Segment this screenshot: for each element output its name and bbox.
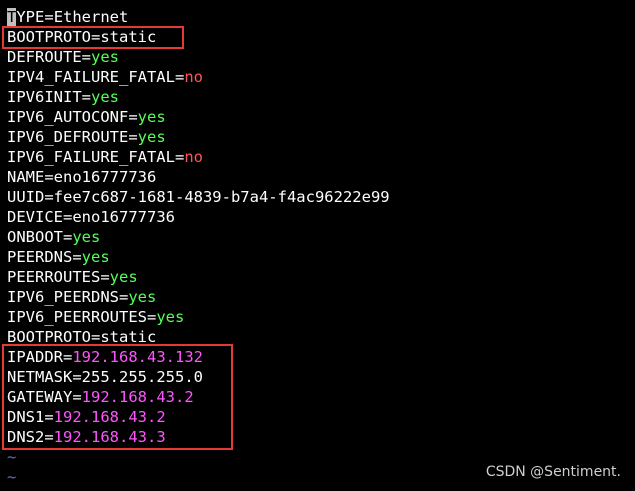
config-key: NAME bbox=[7, 168, 45, 186]
config-value: static bbox=[100, 28, 157, 46]
config-separator: = bbox=[100, 268, 110, 286]
config-line-onboot[interactable]: ONBOOT=yes bbox=[7, 227, 627, 247]
config-separator: = bbox=[81, 48, 91, 66]
editor-text-area[interactable]: TYPE=Ethernet BOOTPROTO=static DEFROUTE=ye… bbox=[7, 7, 627, 487]
watermark: CSDN @Sentiment. bbox=[485, 464, 621, 480]
config-key: IPV6_PEERDNS bbox=[7, 288, 119, 306]
config-line-dns1[interactable]: DNS1=192.168.43.2 bbox=[7, 407, 627, 427]
config-key: BOOTPROTO bbox=[7, 28, 91, 46]
config-value: yes bbox=[72, 228, 101, 246]
config-line-ipv6-defroute[interactable]: IPV6_DEFROUTE=yes bbox=[7, 127, 627, 147]
config-line-type[interactable]: TYPE=Ethernet bbox=[7, 7, 627, 27]
config-key: TYPE bbox=[7, 8, 45, 26]
config-line-bootproto[interactable]: BOOTPROTO=static bbox=[7, 327, 627, 347]
config-value: fee7c687-1681-4839-b7a4-f4ac96222e99 bbox=[53, 188, 390, 206]
config-line-ipv6-peerdns[interactable]: IPV6_PEERDNS=yes bbox=[7, 287, 627, 307]
config-separator: = bbox=[174, 68, 185, 86]
config-key: IPV6_PEERROUTES bbox=[7, 308, 147, 326]
config-line-ipaddr[interactable]: IPADDR=192.168.43.132 bbox=[7, 347, 627, 367]
config-separator: = bbox=[63, 228, 73, 246]
config-value: no bbox=[184, 148, 203, 166]
config-line-ipv6init[interactable]: IPV6INIT=yes bbox=[7, 87, 627, 107]
config-value: yes bbox=[137, 128, 166, 146]
config-line-netmask[interactable]: NETMASK=255.255.255.0 bbox=[7, 367, 627, 387]
config-key: DEVICE bbox=[7, 208, 63, 226]
config-key: IPV6_DEFROUTE bbox=[7, 128, 129, 146]
config-value: 192.168.43.2 bbox=[81, 388, 194, 406]
config-key: IPV6_AUTOCONF bbox=[7, 108, 129, 126]
config-separator: = bbox=[72, 388, 82, 406]
config-key: DNS2 bbox=[7, 428, 45, 446]
config-separator: = bbox=[72, 248, 82, 266]
config-value: yes bbox=[81, 248, 110, 266]
config-line-peerroutes[interactable]: PEERROUTES=yes bbox=[7, 267, 627, 287]
config-key: PEERROUTES bbox=[7, 268, 101, 286]
config-separator: = bbox=[128, 128, 138, 146]
config-key: ONBOOT bbox=[7, 228, 63, 246]
config-value: 192.168.43.3 bbox=[53, 428, 166, 446]
config-key: IPV4_FAILURE_FATAL bbox=[7, 68, 175, 86]
config-separator: = bbox=[72, 368, 82, 386]
config-separator: = bbox=[63, 348, 73, 366]
config-line-device[interactable]: DEVICE=eno16777736 bbox=[7, 207, 627, 227]
config-separator: = bbox=[44, 168, 54, 186]
config-separator: = bbox=[174, 148, 185, 166]
config-line-defroute[interactable]: DEFROUTE=yes bbox=[7, 47, 627, 67]
config-key: IPADDR bbox=[7, 348, 63, 366]
config-value: 255.255.255.0 bbox=[81, 368, 203, 386]
config-value: yes bbox=[128, 288, 157, 306]
config-key: NETMASK bbox=[7, 368, 73, 386]
text-cursor: T bbox=[7, 8, 17, 26]
config-line-ipv4-failure-fatal[interactable]: IPV4_FAILURE_FATAL=no bbox=[7, 67, 627, 87]
vim-editor[interactable]: TYPE=Ethernet BOOTPROTO=static DEFROUTE=ye… bbox=[0, 0, 635, 491]
config-value: static bbox=[100, 328, 157, 346]
config-value: yes bbox=[137, 108, 166, 126]
config-separator: = bbox=[146, 308, 157, 326]
config-separator: = bbox=[128, 108, 138, 126]
config-value: yes bbox=[156, 308, 185, 326]
config-key: GATEWAY bbox=[7, 388, 73, 406]
config-value: eno16777736 bbox=[53, 168, 157, 186]
config-line-ipv6-failure-fatal[interactable]: IPV6_FAILURE_FATAL=no bbox=[7, 147, 627, 167]
config-value: 192.168.43.2 bbox=[53, 408, 166, 426]
config-value: eno16777736 bbox=[72, 208, 175, 226]
config-value: yes bbox=[109, 268, 138, 286]
config-value: 192.168.43.132 bbox=[72, 348, 203, 366]
config-value: yes bbox=[91, 88, 119, 106]
config-key: IPV6INIT bbox=[7, 88, 82, 106]
config-separator: = bbox=[91, 28, 101, 46]
config-separator: = bbox=[81, 88, 91, 106]
config-line-name[interactable]: NAME=eno16777736 bbox=[7, 167, 627, 187]
config-separator: = bbox=[118, 288, 129, 306]
config-line-uuid[interactable]: UUID=fee7c687-1681-4839-b7a4-f4ac96222e9… bbox=[7, 187, 627, 207]
config-separator: = bbox=[63, 208, 73, 226]
config-value: no bbox=[184, 68, 203, 86]
config-line-peerdns[interactable]: PEERDNS=yes bbox=[7, 247, 627, 267]
config-line-ipv6-peerroutes[interactable]: IPV6_PEERROUTES=yes bbox=[7, 307, 627, 327]
config-key: UUID bbox=[7, 188, 45, 206]
config-line-dns2[interactable]: DNS2=192.168.43.3 bbox=[7, 427, 627, 447]
config-key: PEERDNS bbox=[7, 248, 73, 266]
config-line-gateway[interactable]: GATEWAY=192.168.43.2 bbox=[7, 387, 627, 407]
config-separator: = bbox=[91, 328, 101, 346]
config-key: BOOTPROTO bbox=[7, 328, 91, 346]
config-line-bootproto[interactable]: BOOTPROTO=static bbox=[7, 27, 627, 47]
config-separator: = bbox=[44, 408, 54, 426]
config-key: IPV6_FAILURE_FATAL bbox=[7, 148, 175, 166]
config-separator: = bbox=[44, 428, 54, 446]
config-value: yes bbox=[91, 48, 119, 66]
config-line-ipv6-autoconf[interactable]: IPV6_AUTOCONF=yes bbox=[7, 107, 627, 127]
config-separator: = bbox=[44, 8, 54, 26]
config-key: DNS1 bbox=[7, 408, 45, 426]
config-key: DEFROUTE bbox=[7, 48, 82, 66]
config-separator: = bbox=[44, 188, 54, 206]
config-value: Ethernet bbox=[53, 8, 129, 26]
